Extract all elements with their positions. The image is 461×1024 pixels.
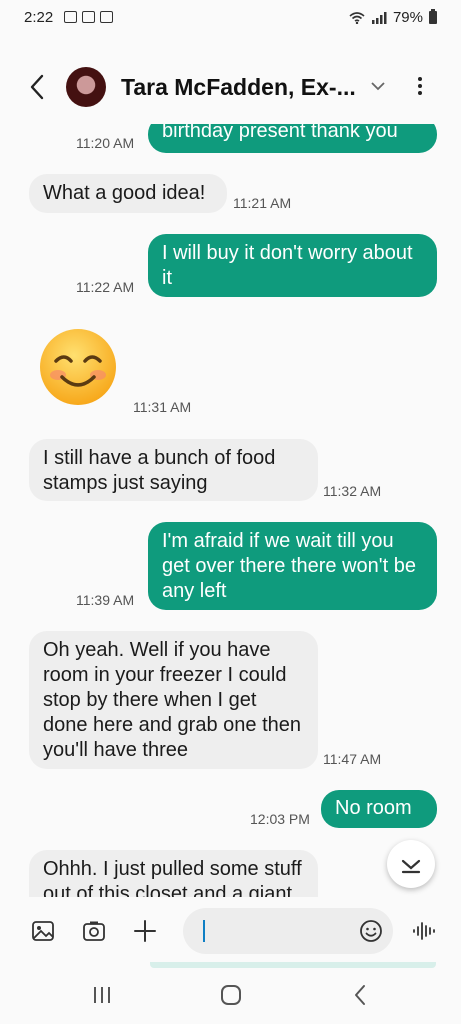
message-timestamp: 11:39 AM — [76, 592, 135, 608]
signal-icon — [371, 11, 387, 24]
plus-icon[interactable] — [133, 919, 157, 943]
contact-avatar[interactable] — [66, 67, 106, 107]
message-bubble-incoming[interactable]: Oh yeah. Well if you have room in your f… — [29, 631, 318, 769]
text-caret — [203, 920, 205, 942]
message-input[interactable] — [197, 918, 347, 944]
message-bubble-outgoing[interactable]: I'm afraid if we wait till you get over … — [148, 522, 437, 610]
message-bubble-incoming[interactable]: Ohhh. I just pulled some stuff out of th… — [29, 850, 318, 897]
message-timestamp: 11:20 AM — [76, 135, 135, 151]
system-nav-bar — [0, 962, 461, 1024]
message-bubble-incoming[interactable]: I still have a bunch of food stamps just… — [29, 439, 318, 501]
notification-icons — [64, 11, 113, 23]
smiling-face-emoji[interactable] — [38, 327, 118, 407]
message-timestamp: 11:31 AM — [133, 399, 192, 415]
nav-back-icon[interactable] — [352, 984, 368, 1006]
message-timestamp: 11:22 AM — [76, 279, 135, 295]
voice-record-icon[interactable] — [412, 919, 436, 943]
message-timestamp: 12:03 PM — [250, 811, 310, 827]
gmail-notification-icon — [82, 11, 95, 23]
scroll-down-icon — [401, 859, 421, 874]
scroll-to-bottom-button[interactable] — [387, 840, 435, 888]
gallery-icon[interactable] — [31, 919, 55, 943]
message-list[interactable]: birthday present thank you 11:20 AM What… — [0, 124, 461, 897]
conversation-header: Tara McFadden, Ex-... — [0, 52, 461, 124]
recents-icon[interactable] — [91, 985, 113, 1005]
wifi-icon — [349, 11, 365, 24]
app-notification-icon — [100, 11, 113, 23]
message-bubble-incoming[interactable]: What a good idea! — [29, 174, 227, 213]
message-timestamp: 11:47 AM — [323, 751, 382, 767]
more-options-icon[interactable] — [410, 74, 430, 100]
reply-preview-strip — [150, 962, 436, 968]
back-arrow-icon[interactable] — [24, 72, 52, 102]
message-timestamp: 11:21 AM — [233, 195, 292, 211]
status-time: 2:22 — [24, 9, 54, 26]
contact-name[interactable]: Tara McFadden, Ex-... — [121, 74, 356, 101]
status-bar: 2:22 79% — [0, 0, 461, 34]
emoji-icon[interactable] — [359, 919, 383, 943]
home-icon[interactable] — [220, 984, 242, 1006]
battery-percent: 79% — [392, 9, 423, 26]
camera-icon[interactable] — [82, 919, 106, 943]
message-bubble-outgoing[interactable]: No room — [321, 790, 437, 828]
message-bubble-outgoing[interactable]: I will buy it don't worry about it — [148, 234, 437, 297]
compose-bar — [0, 900, 461, 962]
battery-icon — [429, 9, 437, 24]
message-input-container[interactable] — [183, 908, 393, 954]
message-timestamp: 11:32 AM — [323, 483, 382, 499]
chevron-down-icon[interactable] — [370, 80, 386, 92]
gallery-notification-icon — [64, 11, 77, 23]
message-bubble-outgoing[interactable]: birthday present thank you — [148, 124, 437, 153]
